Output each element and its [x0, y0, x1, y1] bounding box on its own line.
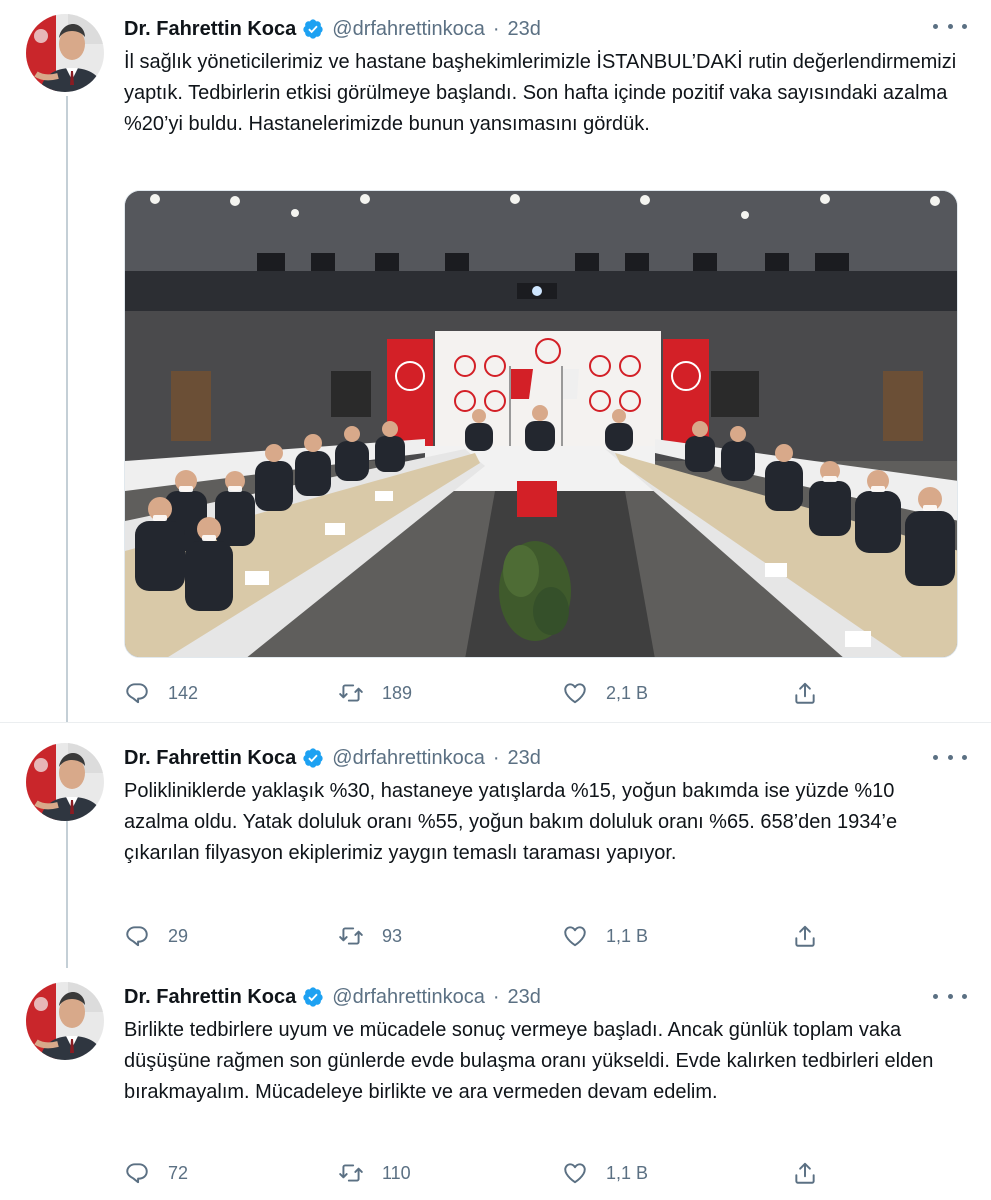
like-button[interactable]: 1,1 B [562, 1160, 648, 1186]
heart-icon [562, 680, 588, 706]
separator-dot: · [492, 985, 500, 1008]
retweet-count: 189 [382, 682, 413, 703]
tweet-actions: 29 93 1,1 B [124, 921, 824, 951]
more-options-icon[interactable] [933, 747, 967, 767]
tweet[interactable]: Dr. Fahrettin Koca @drfahrettinkoca · 23… [0, 962, 991, 1200]
heart-icon [562, 1160, 588, 1186]
meeting-photo [125, 191, 957, 657]
reply-button[interactable]: 72 [124, 1160, 188, 1186]
reply-count: 72 [168, 1162, 189, 1183]
share-button[interactable] [792, 923, 818, 949]
retweet-icon [338, 680, 364, 706]
more-options-icon[interactable] [933, 986, 967, 1006]
tweet-actions: 72 110 1,1 B [124, 1158, 824, 1188]
avatar[interactable] [26, 743, 104, 821]
share-icon [792, 923, 818, 949]
separator-dot: · [492, 746, 500, 769]
avatar[interactable] [26, 982, 104, 1060]
like-button[interactable]: 1,1 B [562, 923, 648, 949]
retweet-button[interactable]: 110 [338, 1160, 411, 1186]
retweet-icon [338, 1160, 364, 1186]
reply-icon [124, 923, 150, 949]
author-name[interactable]: Dr. Fahrettin Koca [124, 747, 296, 770]
tweet-text: Birlikte tedbirlere uyum ve mücadele son… [124, 1019, 934, 1103]
separator-dot: · [492, 17, 500, 40]
reply-icon [124, 680, 150, 706]
tweet[interactable]: Dr. Fahrettin Koca @drfahrettinkoca · 23… [0, 722, 991, 962]
reply-count: 142 [168, 682, 199, 703]
tweet-header: Dr. Fahrettin Koca @drfahrettinkoca · 23… [124, 14, 541, 44]
share-button[interactable] [792, 1160, 818, 1186]
heart-icon [562, 923, 588, 949]
tweet-header: Dr. Fahrettin Koca @drfahrettinkoca · 23… [124, 982, 541, 1012]
reply-button[interactable]: 29 [124, 923, 188, 949]
like-button[interactable]: 2,1 B [562, 680, 648, 706]
retweet-icon [338, 923, 364, 949]
share-icon [792, 680, 818, 706]
tweet-photo[interactable] [124, 190, 958, 658]
share-button[interactable] [792, 680, 818, 706]
tweet-text: Polikliniklerde yaklaşık %30, hastaneye … [124, 780, 898, 864]
retweet-count: 110 [382, 1162, 411, 1183]
tweet[interactable]: Dr. Fahrettin Koca @drfahrettinkoca · 23… [0, 0, 991, 722]
like-count: 1,1 B [606, 925, 649, 946]
avatar[interactable] [26, 14, 104, 92]
tweet-text: İl sağlık yöneticilerimiz ve hastane baş… [124, 51, 957, 135]
tweet-timestamp[interactable]: 23d [508, 18, 541, 41]
retweet-button[interactable]: 93 [338, 923, 402, 949]
reply-icon [124, 1160, 150, 1186]
verified-badge-icon [302, 18, 324, 40]
like-count: 2,1 B [606, 682, 649, 703]
retweet-button[interactable]: 189 [338, 680, 412, 706]
retweet-count: 93 [382, 925, 403, 946]
tweet-timestamp[interactable]: 23d [508, 986, 541, 1009]
author-handle[interactable]: @drfahrettinkoca [332, 986, 485, 1009]
more-options-icon[interactable] [933, 16, 967, 36]
like-count: 1,1 B [606, 1162, 649, 1183]
verified-badge-icon [302, 747, 324, 769]
author-name[interactable]: Dr. Fahrettin Koca [124, 18, 296, 41]
author-handle[interactable]: @drfahrettinkoca [332, 18, 485, 41]
reply-button[interactable]: 142 [124, 680, 198, 706]
tweet-header: Dr. Fahrettin Koca @drfahrettinkoca · 23… [124, 743, 541, 773]
share-icon [792, 1160, 818, 1186]
tweet-actions: 142 189 2,1 B [124, 678, 824, 708]
reply-count: 29 [168, 925, 189, 946]
tweet-timestamp[interactable]: 23d [508, 747, 541, 770]
author-name[interactable]: Dr. Fahrettin Koca [124, 986, 296, 1009]
author-handle[interactable]: @drfahrettinkoca [332, 747, 485, 770]
verified-badge-icon [302, 986, 324, 1008]
